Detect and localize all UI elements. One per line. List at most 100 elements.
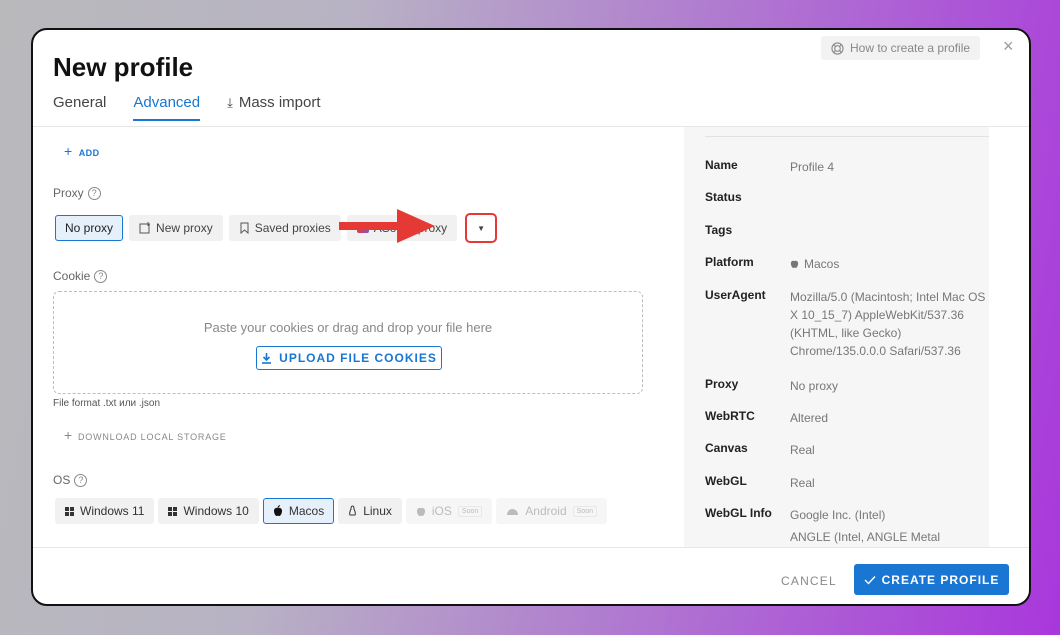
summary-row-webrtc: WebRTC Altered [705,409,989,427]
proxy-option-saved-proxies[interactable]: Saved proxies [228,215,341,241]
summary-value: No proxy [790,379,839,393]
add-label: ADD [78,148,100,158]
os-label-linux: Linux [363,504,392,518]
red-arrow-annotation [339,209,435,243]
advanced-settings-panel: + ADD Proxy? No proxy New proxy Saved pro… [33,127,683,547]
windows-icon [65,506,74,516]
summary-row-platform: Platform Macos [705,255,989,273]
summary-key: Proxy [705,377,739,391]
os-label-macos: Macos [288,504,325,518]
summary-key: WebGL [705,474,747,488]
os-label-text: OS [53,473,71,487]
tab-mass-import-label: Mass import [238,94,321,111]
close-icon[interactable]: × [1003,36,1014,57]
summary-key: WebRTC [705,409,755,423]
upload-cookies-button[interactable]: UPLOAD FILE COOKIES [256,346,442,370]
summary-key: WebGL Info [705,506,772,520]
new-profile-dialog: New profile How to create a profile × Ge… [31,28,1031,606]
summary-value: Real [790,476,815,490]
summary-divider [705,136,989,137]
summary-row-proxy: Proxy No proxy [705,377,989,395]
help-icon[interactable]: ? [87,186,101,200]
proxy-dropdown-button[interactable]: ▼ [465,213,498,243]
plus-icon: + [64,427,73,443]
summary-key: Tags [705,223,733,237]
new-proxy-icon [139,222,151,234]
file-format-note: File format .txt или .json [53,398,161,409]
tab-general[interactable]: General [53,94,106,121]
create-profile-label: CREATE PROFILE [881,572,1000,587]
summary-row-canvas: Canvas Real [705,441,989,459]
plus-icon: + [64,143,73,159]
apple-icon [273,505,282,516]
os-options: Windows 11 Windows 10 Macos Linux iOS So… [55,498,607,524]
os-option-macos[interactable]: Macos [262,498,335,524]
os-label-windows-11: Windows 11 [80,504,145,518]
tab-bar: General Advanced ⤓ Mass import [53,94,321,121]
how-to-create-profile-button[interactable]: How to create a profile [821,36,981,60]
download-icon: ⤓ [227,95,233,110]
os-label-android: Android [525,504,567,518]
bookmark-icon [240,222,249,234]
help-icon[interactable]: ? [94,269,108,283]
cookie-label: Cookie? [53,269,108,283]
android-icon [507,508,519,515]
upload-label: UPLOAD FILE COOKIES [279,351,437,365]
summary-value [790,190,989,204]
os-option-linux[interactable]: Linux [338,498,402,524]
summary-row-status: Status [705,190,989,204]
cookie-dropzone[interactable]: Paste your cookies or drag and drop your… [53,291,643,394]
tab-advanced[interactable]: Advanced [133,94,200,121]
download-local-label: DOWNLOAD LOCAL STORAGE [77,432,227,442]
os-option-windows-11[interactable]: Windows 11 [55,498,155,524]
dropzone-text: Paste your cookies or drag and drop your… [203,320,493,335]
webgl-vendor: Google Inc. (Intel) [790,508,886,522]
os-option-ios: iOS Soon [405,498,493,524]
summary-value: Profile 4 [790,160,835,174]
apple-icon [790,260,799,268]
soon-badge: Soon [457,505,483,517]
dialog-title: New profile [53,52,194,82]
os-option-android: Android Soon [496,498,607,524]
os-label-windows-10: Windows 10 [183,504,249,518]
saved-proxies-label: Saved proxies [254,221,331,235]
upload-icon [262,353,272,364]
summary-value: Macos [790,255,989,273]
summary-key: UserAgent [705,288,766,302]
footer-divider [33,547,1029,548]
os-label-ios: iOS [431,504,452,518]
summary-row-webgl-info: WebGL Info Google Inc. (Intel) ANGLE (Inte… [705,506,989,546]
os-option-windows-10[interactable]: Windows 10 [158,498,259,524]
download-local-storage-button[interactable]: + DOWNLOAD LOCAL STORAGE [64,427,227,443]
create-profile-button[interactable]: CREATE PROFILE [854,564,1009,595]
check-icon [864,575,876,585]
summary-value: Real [790,443,815,457]
summary-row-name: Name Profile 4 [705,158,989,176]
add-button[interactable]: + ADD [64,143,100,159]
summary-row-webgl: WebGL Real [705,474,989,492]
proxy-option-new-proxy[interactable]: New proxy [129,215,223,241]
lifebuoy-icon [831,41,844,55]
summary-key: Name [705,158,738,172]
summary-key: Platform [705,255,754,269]
summary-value: Google Inc. (Intel) ANGLE (Intel, ANGLE M… [790,506,989,546]
summary-value: Mozilla/5.0 (Macintosh; Intel Mac OS X 1… [790,290,986,358]
summary-key: Status [705,190,742,204]
tab-mass-import[interactable]: ⤓ Mass import [227,94,320,121]
proxy-option-no-proxy[interactable]: No proxy [55,215,124,241]
help-icon[interactable]: ? [74,473,88,487]
webgl-renderer: ANGLE (Intel, ANGLE Metal [790,530,941,544]
proxy-label-text: Proxy [53,186,84,200]
os-label: OS? [53,473,88,487]
new-proxy-label: New proxy [156,221,213,235]
windows-icon [168,506,178,516]
summary-value: Altered [790,411,829,425]
summary-key: Canvas [705,441,748,455]
cancel-button[interactable]: CANCEL [781,574,837,588]
soon-badge: Soon [572,505,597,517]
platform-value: Macos [804,257,840,271]
summary-row-useragent: UserAgent Mozilla/5.0 (Macintosh; Intel M… [705,288,989,360]
apple-icon [416,507,425,516]
profile-summary-panel: Name Profile 4 Status Tags Platform Macos … [684,127,989,547]
linux-icon [349,505,357,516]
